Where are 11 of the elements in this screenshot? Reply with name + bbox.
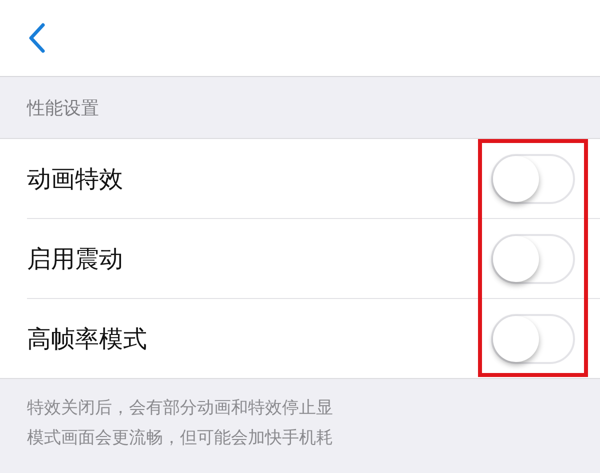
footnote-text: 特效关闭后，会有部分动画和特效停止显 (27, 397, 334, 420)
section-header: 性能设置 (27, 96, 99, 120)
back-chevron-icon (26, 22, 48, 54)
toggle-switch[interactable] (491, 314, 575, 364)
toggle-switch[interactable] (491, 234, 575, 284)
setting-label: 高帧率模式 (27, 324, 147, 354)
setting-label: 动画特效 (27, 164, 123, 194)
setting-label: 启用震动 (27, 244, 123, 274)
footnote-text: 模式画面会更流畅，但可能会加快手机耗 (27, 427, 334, 450)
toggle-switch[interactable] (491, 154, 575, 204)
back-button[interactable] (26, 22, 48, 54)
